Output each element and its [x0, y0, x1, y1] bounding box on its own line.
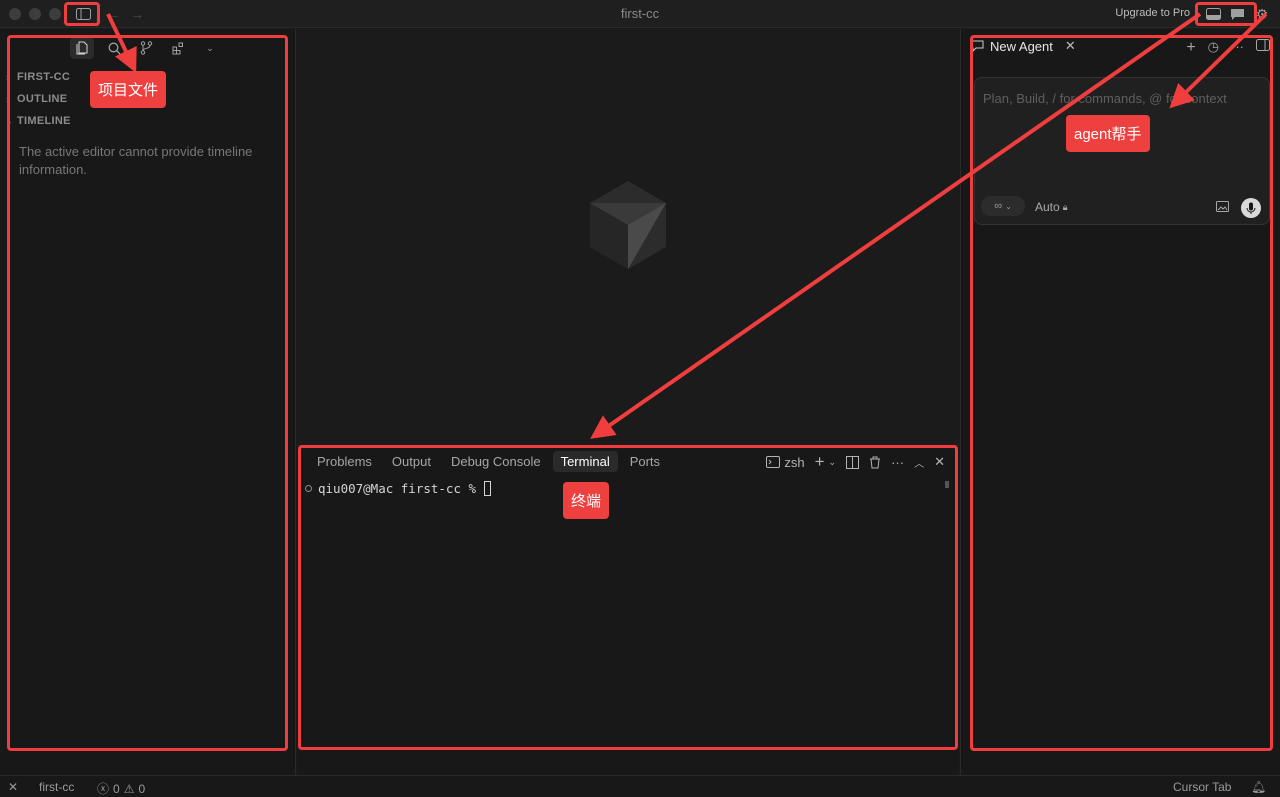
cursor-logo-icon	[588, 179, 668, 276]
error-count: 0	[113, 781, 120, 796]
warning-count: 0	[138, 781, 146, 796]
annotation-box-terminal	[298, 445, 958, 750]
annotation-label-agent: agent帮手	[1066, 115, 1150, 152]
error-icon: ⓧ	[97, 782, 110, 796]
annotation-label-terminal: 终端	[563, 482, 610, 519]
remote-indicator-icon[interactable]: ✕	[8, 780, 18, 794]
notifications-bell-icon[interactable]: 🔔︎	[1251, 780, 1266, 794]
title-bar: ← → first-cc Upgrade to Pro ⚙	[0, 0, 1280, 28]
annotation-box-layout-toggles	[1195, 2, 1257, 26]
problems-summary[interactable]: ⓧ 0 ⚠ 0	[97, 780, 145, 797]
status-bar: ✕ first-cc ⓧ 0 ⚠ 0 Cursor Tab 🔔︎	[0, 775, 1280, 797]
warning-icon: ⚠	[123, 781, 135, 796]
cursor-tab-status[interactable]: Cursor Tab	[1173, 780, 1231, 794]
editor-area[interactable]	[297, 29, 959, 445]
annotation-box-sidebar-toggle	[64, 2, 100, 26]
annotation-box-files	[7, 35, 288, 751]
annotation-label-files: 项目文件	[90, 71, 167, 108]
workspace-name[interactable]: first-cc	[39, 780, 74, 794]
window-title: first-cc	[620, 6, 660, 21]
upgrade-button[interactable]: Upgrade to Pro	[1115, 7, 1190, 19]
